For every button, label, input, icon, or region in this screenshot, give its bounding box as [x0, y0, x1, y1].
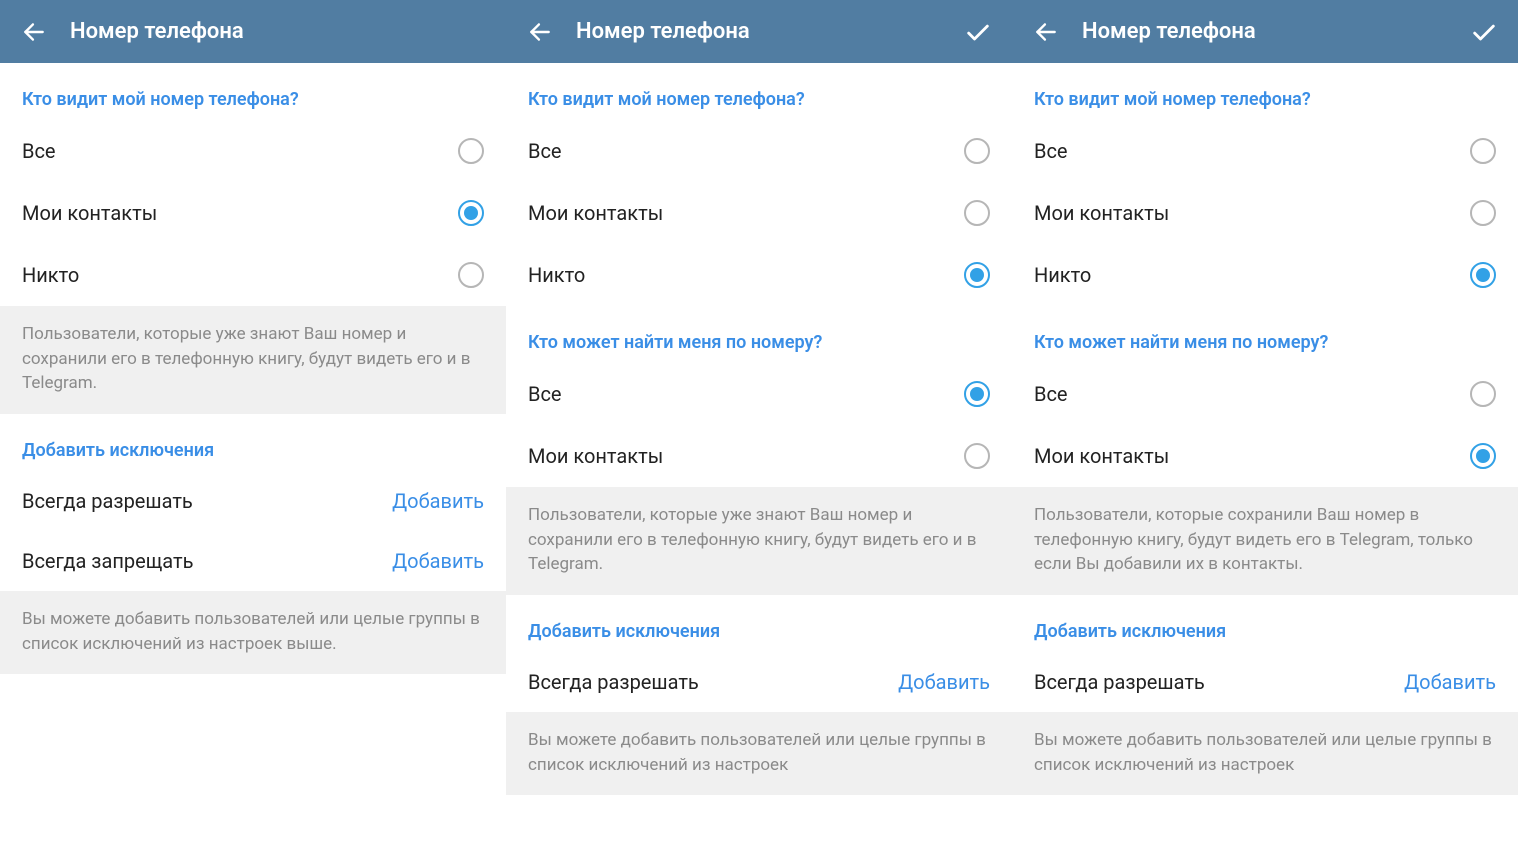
back-arrow-icon[interactable] [1026, 12, 1066, 52]
section-title: Кто видит мой номер телефона? [506, 63, 1012, 120]
radio-button-icon[interactable] [1470, 381, 1496, 407]
settings-screen: Номер телефона Кто видит мой номер телефо… [0, 0, 506, 863]
radio-button-icon[interactable] [1470, 443, 1496, 469]
radio-option[interactable]: Все [506, 363, 1012, 425]
exception-label: Всегда разрешать [22, 489, 193, 513]
radio-option[interactable]: Все [506, 120, 1012, 182]
radio-label: Мои контакты [528, 444, 663, 468]
exception-label: Всегда разрешать [1034, 670, 1205, 694]
add-link[interactable]: Добавить [898, 670, 990, 694]
radio-label: Все [1034, 382, 1068, 406]
info-text: Вы можете добавить пользователей или цел… [0, 591, 506, 674]
radio-option[interactable]: Никто [0, 244, 506, 306]
exception-label: Всегда запрещать [22, 549, 193, 573]
exception-row[interactable]: Всегда запрещать Добавить [0, 531, 506, 591]
section-title: Добавить исключения [1012, 595, 1518, 652]
add-link[interactable]: Добавить [392, 489, 484, 513]
radio-label: Никто [1034, 263, 1091, 287]
radio-option[interactable]: Мои контакты [1012, 425, 1518, 487]
radio-label: Мои контакты [1034, 444, 1169, 468]
toolbar: Номер телефона [0, 0, 506, 63]
radio-label: Все [528, 382, 562, 406]
section-title: Кто видит мой номер телефона? [0, 63, 506, 120]
settings-screen: Номер телефона Кто видит мой номер телефо… [1012, 0, 1518, 863]
radio-option[interactable]: Мои контакты [0, 182, 506, 244]
confirm-check-icon[interactable] [1464, 12, 1504, 52]
radio-button-icon[interactable] [964, 262, 990, 288]
page-title: Номер телефона [1082, 19, 1464, 44]
radio-button-icon[interactable] [458, 138, 484, 164]
page-title: Номер телефона [576, 19, 958, 44]
radio-option[interactable]: Все [1012, 363, 1518, 425]
radio-label: Мои контакты [22, 201, 157, 225]
section-title: Добавить исключения [506, 595, 1012, 652]
exception-label: Всегда разрешать [528, 670, 699, 694]
radio-button-icon[interactable] [1470, 262, 1496, 288]
section-title: Добавить исключения [0, 414, 506, 471]
radio-button-icon[interactable] [964, 381, 990, 407]
radio-button-icon[interactable] [458, 262, 484, 288]
radio-option[interactable]: Никто [1012, 244, 1518, 306]
radio-label: Все [1034, 139, 1068, 163]
info-text: Пользователи, которые уже знают Ваш номе… [0, 306, 506, 414]
section-title: Кто видит мой номер телефона? [1012, 63, 1518, 120]
radio-label: Никто [528, 263, 585, 287]
radio-button-icon[interactable] [964, 443, 990, 469]
radio-option[interactable]: Все [1012, 120, 1518, 182]
info-text: Пользователи, которые уже знают Ваш номе… [506, 487, 1012, 595]
radio-label: Никто [22, 263, 79, 287]
radio-label: Все [22, 139, 56, 163]
add-link[interactable]: Добавить [392, 549, 484, 573]
radio-button-icon[interactable] [1470, 138, 1496, 164]
radio-button-icon[interactable] [964, 138, 990, 164]
exception-row[interactable]: Всегда разрешать Добавить [1012, 652, 1518, 712]
exception-row[interactable]: Всегда разрешать Добавить [506, 652, 1012, 712]
radio-label: Все [528, 139, 562, 163]
info-text: Вы можете добавить пользователей или цел… [506, 712, 1012, 795]
back-arrow-icon[interactable] [520, 12, 560, 52]
radio-label: Мои контакты [1034, 201, 1169, 225]
section-title: Кто может найти меня по номеру? [1012, 306, 1518, 363]
add-link[interactable]: Добавить [1404, 670, 1496, 694]
toolbar: Номер телефона [1012, 0, 1518, 63]
radio-option[interactable]: Все [0, 120, 506, 182]
confirm-check-icon[interactable] [958, 12, 998, 52]
radio-button-icon[interactable] [1470, 200, 1496, 226]
radio-option[interactable]: Никто [506, 244, 1012, 306]
radio-button-icon[interactable] [458, 200, 484, 226]
radio-label: Мои контакты [528, 201, 663, 225]
toolbar: Номер телефона [506, 0, 1012, 63]
back-arrow-icon[interactable] [14, 12, 54, 52]
info-text: Вы можете добавить пользователей или цел… [1012, 712, 1518, 795]
page-title: Номер телефона [70, 19, 492, 44]
radio-option[interactable]: Мои контакты [506, 182, 1012, 244]
radio-button-icon[interactable] [964, 200, 990, 226]
radio-option[interactable]: Мои контакты [1012, 182, 1518, 244]
exception-row[interactable]: Всегда разрешать Добавить [0, 471, 506, 531]
settings-screen: Номер телефона Кто видит мой номер телефо… [506, 0, 1012, 863]
info-text: Пользователи, которые сохранили Ваш номе… [1012, 487, 1518, 595]
section-title: Кто может найти меня по номеру? [506, 306, 1012, 363]
radio-option[interactable]: Мои контакты [506, 425, 1012, 487]
